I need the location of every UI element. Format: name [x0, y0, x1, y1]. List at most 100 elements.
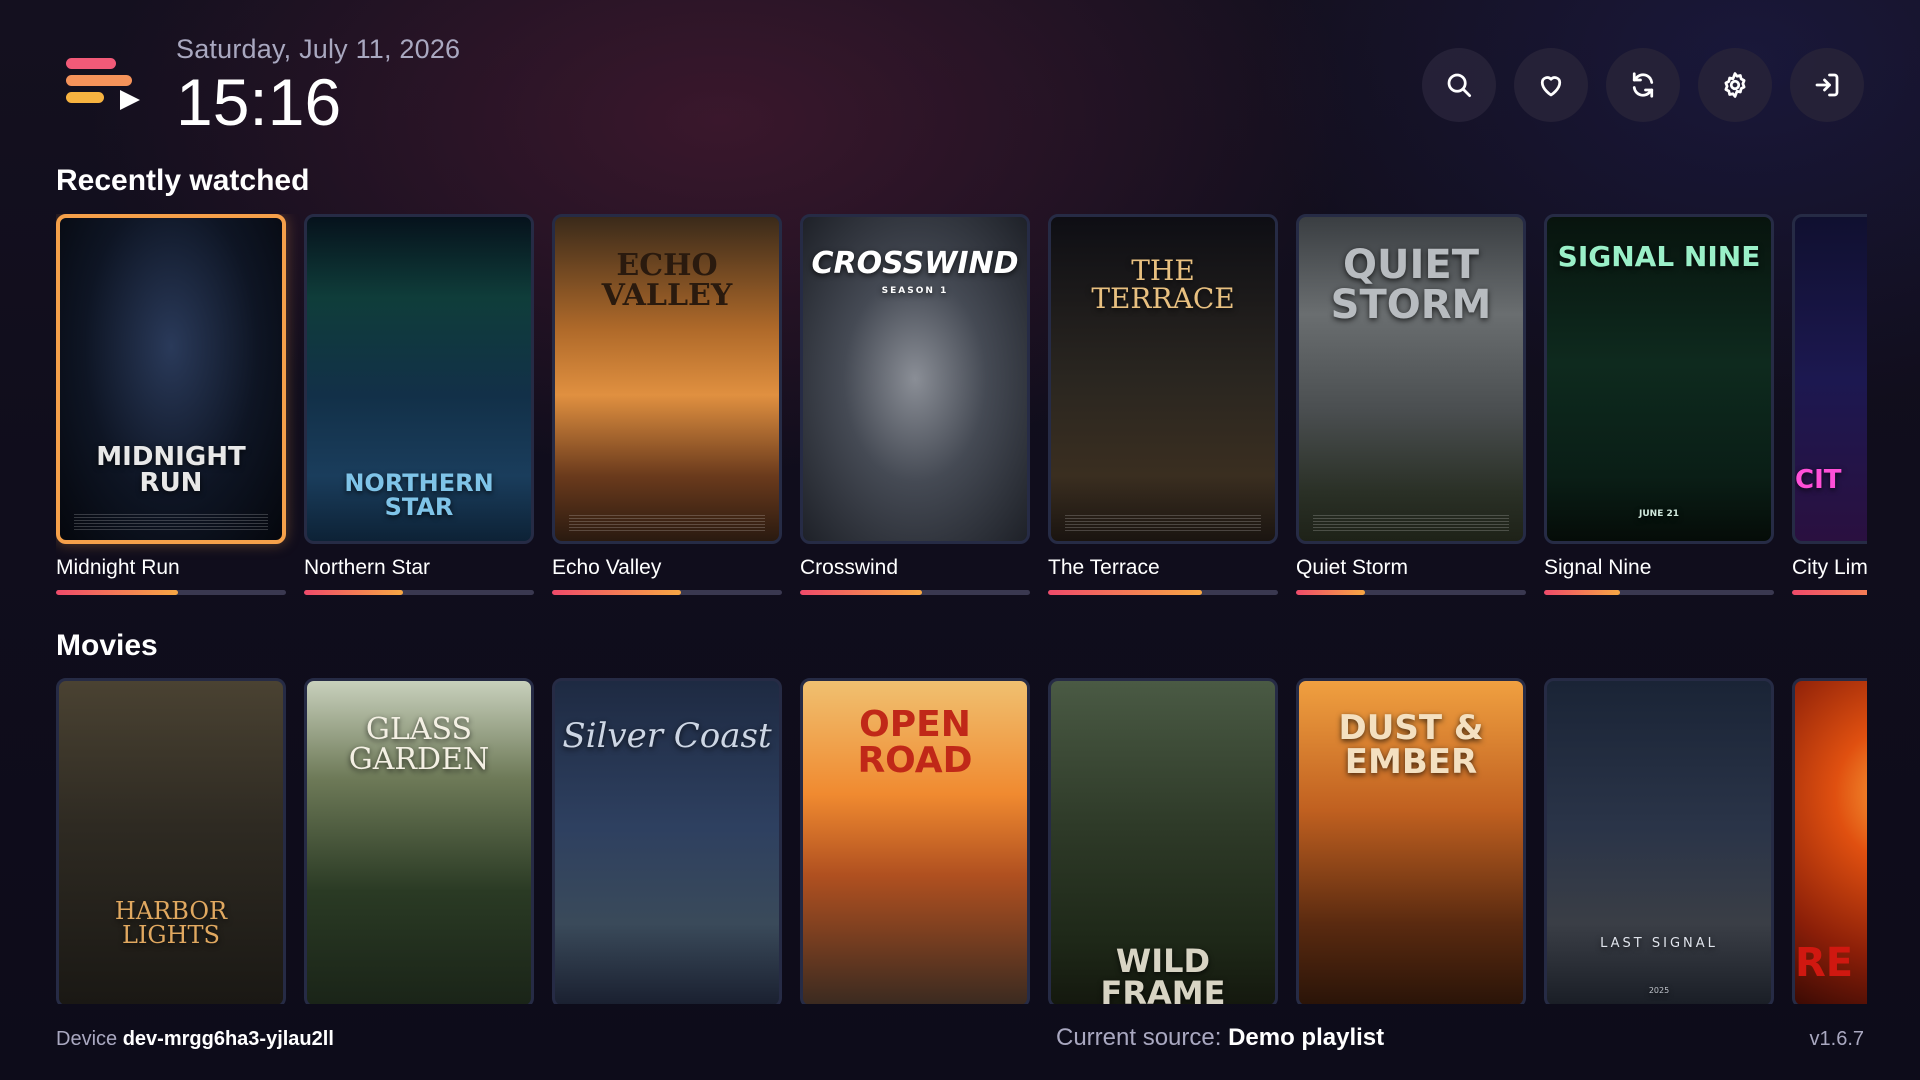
- poster-subtitle: 2025: [1648, 986, 1670, 995]
- source-label: Current source:: [1056, 1024, 1222, 1051]
- card-title: Signal Nine: [1544, 556, 1652, 579]
- poster-title: LAST SIGNAL: [1600, 936, 1718, 951]
- poster-title: SIGNAL NINE: [1557, 240, 1761, 273]
- section-title-movies: Movies: [56, 629, 158, 662]
- movies-row: HARBOR LIGHTS GLASS GARDEN Silver Coast …: [56, 678, 1867, 1004]
- poster: QUIET STORM: [1296, 214, 1526, 544]
- poster-subtitle: JUNE 21: [1639, 509, 1679, 519]
- card-title: Midnight Run: [56, 556, 180, 579]
- poster-subtitle: SEASON 1: [881, 286, 949, 296]
- card-title: Crosswind: [800, 556, 899, 579]
- poster: THE TERRACE: [1048, 214, 1278, 544]
- media-card-silver-coast[interactable]: Silver Coast: [552, 678, 782, 1004]
- poster-title: WILD FRAME: [1100, 942, 1226, 1004]
- device-info: Device dev-mrgg6ha3-yjlau2ll: [56, 1028, 334, 1051]
- gear-icon: [1724, 72, 1746, 98]
- media-card-echo-valley[interactable]: ECHO VALLEY Echo Valley: [552, 214, 782, 595]
- progress-fill: [1544, 590, 1620, 595]
- media-card-quiet-storm[interactable]: QUIET STORM Quiet Storm: [1296, 214, 1526, 595]
- search-icon: [1447, 73, 1471, 97]
- poster-credits: [569, 515, 765, 531]
- media-card-last-signal[interactable]: LAST SIGNAL 2025: [1544, 678, 1774, 1004]
- favorites-button[interactable]: [1514, 48, 1588, 122]
- media-card-the-terrace[interactable]: THE TERRACE The Terrace: [1048, 214, 1278, 595]
- poster-title: RE: [1795, 940, 1854, 986]
- media-card-harbor-lights[interactable]: HARBOR LIGHTS: [56, 678, 286, 1004]
- progress-fill: [56, 590, 178, 595]
- poster-title: GLASS GARDEN: [348, 712, 490, 777]
- poster-title: OPEN ROAD: [857, 704, 973, 781]
- progress-bar: [1792, 590, 1867, 595]
- media-card-glass-garden[interactable]: GLASS GARDEN: [304, 678, 534, 1004]
- card-title: City Lim: [1792, 556, 1867, 579]
- poster: GLASS GARDEN: [304, 678, 534, 1004]
- poster-title: THE TERRACE: [1091, 254, 1235, 315]
- poster-credits: [1065, 515, 1261, 531]
- heart-icon: [1540, 76, 1562, 97]
- progress-fill: [1792, 590, 1867, 595]
- poster: Silver Coast: [552, 678, 782, 1004]
- progress-bar: [1296, 590, 1526, 595]
- poster-title: CIT: [1795, 465, 1842, 495]
- progress-fill: [552, 590, 681, 595]
- poster-title: NORTHERN STAR: [344, 469, 494, 521]
- media-card-crosswind[interactable]: CROSSWIND SEASON 1 Crosswind: [800, 214, 1030, 595]
- poster-credits: [1313, 515, 1509, 531]
- poster-title: QUIET STORM: [1330, 242, 1492, 328]
- login-icon: [1815, 73, 1839, 97]
- poster: RE: [1792, 678, 1867, 1004]
- progress-bar: [552, 590, 782, 595]
- settings-button[interactable]: [1698, 48, 1772, 122]
- poster-title: CROSSWIND: [811, 246, 1019, 281]
- media-card-midnight-run[interactable]: MIDNIGHT RUN Midnight Run: [56, 214, 286, 595]
- media-card-wild-frame[interactable]: WILD FRAME: [1048, 678, 1278, 1004]
- poster: WILD FRAME: [1048, 678, 1278, 1004]
- media-card-open-road[interactable]: OPEN ROAD: [800, 678, 1030, 1004]
- app-version: v1.6.7: [1809, 1028, 1864, 1050]
- poster: ECHO VALLEY: [552, 214, 782, 544]
- poster: CIT: [1792, 214, 1867, 544]
- search-button[interactable]: [1422, 48, 1496, 122]
- refresh-button[interactable]: [1606, 48, 1680, 122]
- media-card-red[interactable]: RE: [1792, 678, 1867, 1004]
- poster: MIDNIGHT RUN: [56, 214, 286, 544]
- media-card-city-lim[interactable]: CIT City Lim: [1792, 214, 1867, 595]
- media-card-northern-star[interactable]: NORTHERN STAR Northern Star: [304, 214, 534, 595]
- login-button[interactable]: [1790, 48, 1864, 122]
- progress-bar: [1544, 590, 1774, 595]
- progress-bar: [1048, 590, 1278, 595]
- app-logo: [66, 58, 140, 110]
- media-card-signal-nine[interactable]: SIGNAL NINE JUNE 21 Signal Nine: [1544, 214, 1774, 595]
- progress-fill: [1048, 590, 1203, 595]
- recently-watched-row: MIDNIGHT RUN Midnight Run NORTHERN STAR …: [56, 214, 1867, 595]
- device-label: Device: [56, 1028, 118, 1050]
- poster: SIGNAL NINE JUNE 21: [1544, 214, 1774, 544]
- progress-bar: [56, 590, 286, 595]
- progress-bar: [800, 590, 1030, 595]
- poster-title: MIDNIGHT RUN: [96, 442, 246, 498]
- progress-fill: [800, 590, 922, 595]
- poster: CROSSWIND SEASON 1: [800, 214, 1030, 544]
- time-label: 15:16: [176, 65, 342, 139]
- source-value: Demo playlist: [1228, 1024, 1385, 1051]
- header-actions: [1422, 48, 1864, 122]
- card-title: Echo Valley: [552, 556, 662, 579]
- card-title: Northern Star: [304, 556, 431, 579]
- progress-fill: [1296, 590, 1365, 595]
- poster: LAST SIGNAL 2025: [1544, 678, 1774, 1004]
- section-title-recently-watched: Recently watched: [56, 164, 310, 197]
- media-card-dust-and-ember[interactable]: DUST & EMBER: [1296, 678, 1526, 1004]
- poster-title: ECHO VALLEY: [601, 248, 733, 313]
- clock: Saturday, July 11, 2026 15:16: [176, 34, 460, 135]
- progress-bar: [304, 590, 534, 595]
- poster: NORTHERN STAR: [304, 214, 534, 544]
- poster: HARBOR LIGHTS: [56, 678, 286, 1004]
- poster: OPEN ROAD: [800, 678, 1030, 1004]
- poster-credits: [74, 514, 268, 530]
- date-label: Saturday, July 11, 2026: [176, 34, 461, 64]
- card-title: Quiet Storm: [1296, 556, 1409, 579]
- current-source: Current source: Demo playlist: [1056, 1024, 1384, 1052]
- device-id: dev-mrgg6ha3-yjlau2ll: [122, 1028, 334, 1050]
- poster-title: Silver Coast: [562, 716, 772, 756]
- progress-fill: [304, 590, 403, 595]
